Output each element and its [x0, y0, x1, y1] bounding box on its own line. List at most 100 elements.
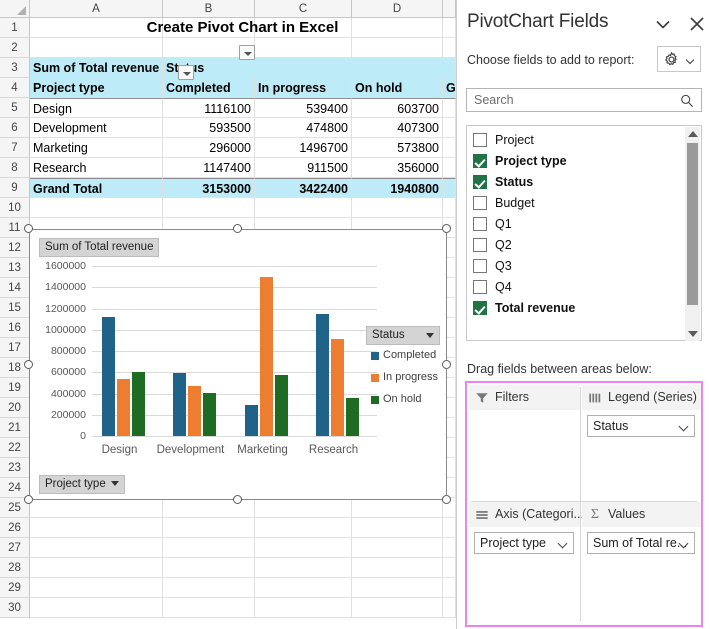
pivot-row-label-4[interactable]: Research: [30, 158, 163, 178]
search-input[interactable]: Search: [466, 88, 702, 112]
empty-cell[interactable]: [163, 538, 255, 558]
empty-cell[interactable]: [30, 498, 163, 518]
row-header-4[interactable]: 4: [0, 78, 30, 98]
empty-cell[interactable]: [163, 518, 255, 538]
row-header-20[interactable]: 20: [0, 398, 30, 418]
empty-cell[interactable]: [30, 538, 163, 558]
field-row-q2[interactable]: Q2: [467, 235, 687, 256]
pivot-cell-r3-c3[interactable]: 573800: [352, 138, 443, 158]
row-header-7[interactable]: 7: [0, 138, 30, 158]
pivot-cell-r3-grand[interactable]: [443, 138, 456, 158]
pivot-row-label-3[interactable]: Marketing: [30, 138, 163, 158]
field-row-project-type[interactable]: Project type: [467, 151, 687, 172]
field-checkbox-status[interactable]: [473, 175, 487, 189]
pivot-grand-total-label[interactable]: Grand Total: [30, 178, 163, 198]
resize-handle-n[interactable]: [233, 224, 242, 233]
axis-area-pill-project-type[interactable]: Project type: [474, 532, 574, 554]
row-header-29[interactable]: 29: [0, 578, 30, 598]
legend-area-pill-status[interactable]: Status: [587, 415, 695, 437]
field-checkbox-project-type[interactable]: [473, 154, 487, 168]
resize-handle-ne[interactable]: [442, 224, 451, 233]
chevron-down-icon[interactable]: [651, 12, 675, 36]
empty-cell[interactable]: [30, 598, 163, 618]
field-row-q1[interactable]: Q1: [467, 214, 687, 235]
row-header-12[interactable]: 12: [0, 238, 30, 258]
pivot-cell-r4-grand[interactable]: [443, 158, 456, 178]
row-header-28[interactable]: 28: [0, 558, 30, 578]
empty-cell[interactable]: [255, 518, 352, 538]
row-header-17[interactable]: 17: [0, 338, 30, 358]
pivot-cell-r1-c3[interactable]: 603700: [352, 98, 443, 118]
column-header-d[interactable]: D: [352, 0, 443, 18]
pivot-cell-r1-c1[interactable]: 1116100: [163, 98, 255, 118]
row-header-26[interactable]: 26: [0, 518, 30, 538]
scrollbar-thumb[interactable]: [687, 143, 698, 305]
empty-cell[interactable]: [352, 558, 443, 578]
field-row-status[interactable]: Status: [467, 172, 687, 193]
pivot-cell-r4-c1[interactable]: 1147400: [163, 158, 255, 178]
row-header-1[interactable]: 1: [0, 18, 30, 38]
row-header-5[interactable]: 5: [0, 98, 30, 118]
pivot-cell-r2-c2[interactable]: 474800: [255, 118, 352, 138]
resize-handle-nw[interactable]: [24, 224, 33, 233]
row-header-9[interactable]: 9: [0, 178, 30, 198]
empty-cell[interactable]: [30, 38, 163, 58]
scroll-down-icon[interactable]: [688, 331, 698, 337]
empty-cell[interactable]: [255, 498, 352, 518]
close-icon[interactable]: [685, 12, 709, 36]
resize-handle-s[interactable]: [233, 495, 242, 504]
row-header-22[interactable]: 22: [0, 438, 30, 458]
empty-cell[interactable]: [163, 198, 255, 218]
pivot-grand-total-c1[interactable]: 3153000: [163, 178, 255, 198]
empty-cell[interactable]: [443, 598, 456, 618]
pivot-row-label-1[interactable]: Design: [30, 98, 163, 118]
empty-cell[interactable]: [443, 578, 456, 598]
field-checkbox-q4[interactable]: [473, 280, 487, 294]
status-filter-button[interactable]: [239, 45, 255, 60]
pivot-col-header-2[interactable]: In progress: [255, 78, 352, 98]
row-header-16[interactable]: 16: [0, 318, 30, 338]
empty-cell[interactable]: [443, 38, 456, 58]
field-checkbox-total-revenue[interactable]: [473, 301, 487, 315]
row-header-27[interactable]: 27: [0, 538, 30, 558]
pivot-col-header-3[interactable]: On hold: [352, 78, 443, 98]
empty-cell[interactable]: [255, 198, 352, 218]
sheet-title-cell[interactable]: Create Pivot Chart in Excel: [30, 18, 456, 38]
field-checkbox-q2[interactable]: [473, 238, 487, 252]
pivot-row-label-2[interactable]: Development: [30, 118, 163, 138]
resize-handle-e[interactable]: [442, 360, 451, 369]
field-row-q4[interactable]: Q4: [467, 277, 687, 298]
select-all-corner[interactable]: [0, 0, 30, 18]
row-header-19[interactable]: 19: [0, 378, 30, 398]
field-checkbox-budget[interactable]: [473, 196, 487, 210]
empty-cell[interactable]: [352, 498, 443, 518]
empty-cell[interactable]: [163, 558, 255, 578]
row-header-30[interactable]: 30: [0, 598, 30, 618]
scroll-up-icon[interactable]: [688, 131, 698, 137]
empty-cell[interactable]: [255, 578, 352, 598]
pivot-values-label-cell[interactable]: Sum of Total revenue: [30, 58, 163, 78]
row-header-3[interactable]: 3: [0, 58, 30, 78]
empty-cell[interactable]: [352, 598, 443, 618]
row-header-21[interactable]: 21: [0, 418, 30, 438]
empty-cell[interactable]: [255, 38, 352, 58]
field-list-tools-button[interactable]: [657, 46, 701, 72]
pivot-grand-total-c3[interactable]: 1940800: [352, 178, 443, 198]
row-header-6[interactable]: 6: [0, 118, 30, 138]
row-header-10[interactable]: 10: [0, 198, 30, 218]
empty-cell[interactable]: [30, 558, 163, 578]
chart-axis-field-button[interactable]: Project type: [39, 475, 125, 494]
column-header-c[interactable]: C: [255, 0, 352, 18]
pivot-cell-r1-c2[interactable]: 539400: [255, 98, 352, 118]
pivot-cell-r2-grand[interactable]: [443, 118, 456, 138]
row-header-15[interactable]: 15: [0, 298, 30, 318]
project-type-filter-button[interactable]: [178, 65, 194, 80]
field-checkbox-project[interactable]: [473, 133, 487, 147]
field-row-total-revenue[interactable]: Total revenue: [467, 298, 687, 319]
empty-cell[interactable]: [255, 538, 352, 558]
resize-handle-w[interactable]: [24, 360, 33, 369]
empty-cell[interactable]: [163, 598, 255, 618]
empty-cell[interactable]: [255, 558, 352, 578]
pivot-grand-total-c2[interactable]: 3422400: [255, 178, 352, 198]
empty-cell[interactable]: [352, 518, 443, 538]
